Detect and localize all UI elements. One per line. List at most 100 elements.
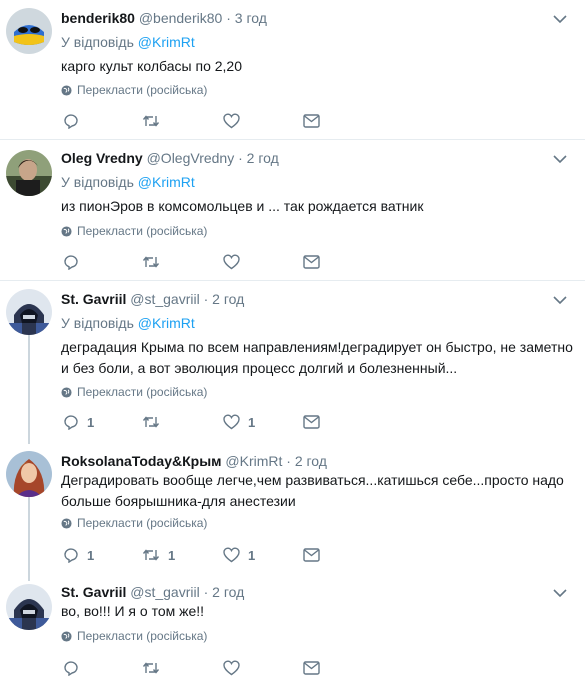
translate-link[interactable]: Перекласти (російська) [61, 224, 207, 238]
translate-link[interactable]: Перекласти (російська) [61, 629, 207, 643]
globe-icon [61, 84, 72, 96]
timestamp[interactable]: · 2 год [204, 291, 245, 307]
translate-label[interactable]: Перекласти (російська) [77, 629, 207, 643]
globe-icon [61, 630, 72, 642]
retweet-count: 1 [168, 547, 176, 563]
reply-button[interactable] [63, 658, 87, 678]
reply-button[interactable]: 1 [63, 412, 94, 432]
timestamp[interactable]: · 2 год [286, 453, 327, 469]
tweet-actions: 1 1 [61, 412, 361, 432]
avatar[interactable] [6, 289, 52, 335]
retweet-button[interactable] [142, 658, 168, 678]
heart-icon [223, 414, 240, 430]
tweet-text: Деградировать вообще легче,чем развивать… [61, 472, 564, 509]
handle[interactable]: @KrimRt [225, 453, 282, 469]
avatar[interactable] [6, 451, 52, 497]
tweet-header: St. Gavriil @st_gavriil · 2 год [61, 584, 244, 600]
chevron-down-icon[interactable] [553, 295, 567, 305]
avatar[interactable] [6, 8, 52, 54]
reply-prefix: У відповідь [61, 34, 134, 50]
retweet-button[interactable] [142, 412, 168, 432]
tweet[interactable]: St. Gavriil @st_gavriil · 2 год во, во!!… [0, 581, 585, 684]
display-name[interactable]: benderik80 [61, 10, 135, 26]
tweet-text: карго культ колбасы по 2,20 [61, 58, 242, 74]
mention-link[interactable]: @KrimRt [138, 174, 195, 190]
tweet-actions: 1 1 1 [61, 545, 361, 565]
reply-context: У відповідь @KrimRt [61, 34, 195, 50]
display-name[interactable]: St. Gavriil [61, 291, 126, 307]
reply-context: У відповідь @KrimRt [61, 174, 195, 190]
heart-icon [223, 254, 240, 270]
direct-message-button[interactable] [303, 111, 320, 131]
like-button[interactable]: 1 [223, 412, 255, 432]
direct-message-button[interactable] [303, 658, 320, 678]
chevron-down-icon[interactable] [553, 14, 567, 24]
tweet[interactable]: St. Gavriil @st_gavriil · 2 год У відпов… [0, 281, 585, 444]
mention-link[interactable]: @KrimRt [138, 34, 195, 50]
handle[interactable]: @OlegVredny [147, 150, 235, 166]
like-button[interactable] [223, 658, 248, 678]
envelope-icon [303, 548, 320, 562]
translate-label[interactable]: Перекласти (російська) [77, 83, 207, 97]
timestamp[interactable]: · 2 год [204, 584, 245, 600]
handle[interactable]: @benderik80 [139, 10, 223, 26]
reply-icon [64, 114, 78, 129]
chevron-down-icon[interactable] [553, 588, 567, 598]
envelope-icon [303, 415, 320, 429]
handle[interactable]: @st_gavriil [130, 291, 199, 307]
retweet-button[interactable]: 1 [142, 545, 175, 565]
timestamp[interactable]: · 3 год [226, 10, 267, 26]
translate-label[interactable]: Перекласти (російська) [77, 516, 207, 530]
mention-link[interactable]: @KrimRt [138, 315, 195, 331]
retweet-icon [142, 416, 160, 428]
envelope-icon [303, 661, 320, 675]
avatar[interactable] [6, 584, 52, 630]
tweet[interactable]: RoksolanaToday&Крым @KrimRt · 2 год Дегр… [0, 444, 585, 580]
reply-icon [64, 255, 78, 270]
tweet-actions [61, 658, 361, 678]
tweet[interactable]: benderik80 @benderik80 · 3 год У відпові… [0, 0, 585, 139]
timestamp[interactable]: · 2 год [238, 150, 279, 166]
retweet-icon [142, 115, 160, 127]
direct-message-button[interactable] [303, 412, 320, 432]
reply-button[interactable] [63, 111, 87, 131]
like-button[interactable] [223, 252, 248, 272]
reply-prefix: У відповідь [61, 315, 134, 331]
translate-link[interactable]: Перекласти (російська) [61, 385, 207, 399]
reply-icon [64, 415, 78, 430]
globe-icon [61, 517, 72, 529]
translate-link[interactable]: Перекласти (російська) [61, 516, 207, 530]
tweet-header: Oleg Vredny @OlegVredny · 2 год [61, 150, 279, 166]
tweet-actions [61, 252, 361, 272]
display-name[interactable]: Oleg Vredny [61, 150, 143, 166]
tweet[interactable]: Oleg Vredny @OlegVredny · 2 год У відпов… [0, 140, 585, 280]
globe-icon [61, 386, 72, 398]
reply-count: 1 [87, 547, 95, 563]
display-name[interactable]: RoksolanaToday&Крым [61, 453, 222, 469]
tweet-text: во, во!!! И я о том же!! [61, 603, 205, 619]
tweet-header: St. Gavriil @st_gavriil · 2 год [61, 291, 244, 307]
retweet-button[interactable] [142, 111, 168, 131]
direct-message-button[interactable] [303, 545, 320, 565]
tweet-text: деградация Крыма по всем направлениям!де… [61, 339, 573, 376]
reply-button[interactable]: 1 [63, 545, 94, 565]
direct-message-button[interactable] [303, 252, 320, 272]
chevron-down-icon[interactable] [553, 154, 567, 164]
envelope-icon [303, 255, 320, 269]
like-button[interactable]: 1 [223, 545, 255, 565]
avatar[interactable] [6, 150, 52, 196]
retweet-button[interactable] [142, 252, 168, 272]
tweet-text: из пионЭров в комсомольцев и ... так рож… [61, 198, 424, 214]
heart-icon [223, 547, 240, 563]
translate-link[interactable]: Перекласти (російська) [61, 83, 207, 97]
retweet-icon [142, 662, 160, 674]
reply-button[interactable] [63, 252, 87, 272]
translate-label[interactable]: Перекласти (російська) [77, 224, 207, 238]
like-count: 1 [248, 414, 256, 430]
handle[interactable]: @st_gavriil [130, 584, 199, 600]
tweet-actions [61, 111, 361, 131]
translate-label[interactable]: Перекласти (російська) [77, 385, 207, 399]
heart-icon [223, 660, 240, 676]
like-button[interactable] [223, 111, 248, 131]
display-name[interactable]: St. Gavriil [61, 584, 126, 600]
